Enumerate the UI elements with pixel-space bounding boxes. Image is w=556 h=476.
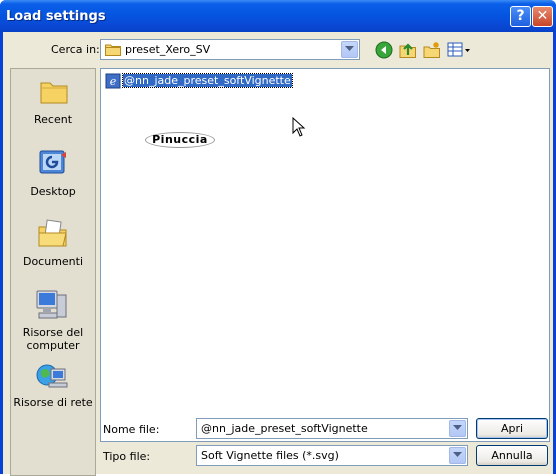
dialog-window: Load settings ? ✕ Cerca in: preset_Xero_… (0, 0, 556, 476)
file-name[interactable]: @nn_jade_preset_softVignette (122, 73, 293, 88)
open-button[interactable]: Apri (476, 418, 548, 439)
folder-icon (105, 43, 121, 59)
look-in-value: preset_Xero_SV (125, 43, 211, 56)
recent-folder-icon (39, 77, 69, 108)
filetype-label: Tipo file: (103, 450, 151, 463)
chevron-down-icon[interactable] (341, 41, 358, 58)
look-in-label: Cerca in: (51, 43, 100, 56)
filename-combo[interactable]: @nn_jade_preset_softVignette (196, 418, 468, 439)
network-icon (35, 361, 69, 394)
watermark-stamp: Pinuccia (145, 132, 215, 148)
filename-label: Nome file: (103, 423, 160, 436)
filetype-combo[interactable]: Soft Vignette files (*.svg) (196, 445, 468, 466)
place-network-label: Risorse di rete (13, 396, 93, 409)
chevron-down-icon[interactable] (449, 420, 466, 437)
place-recent-label: Recent (33, 113, 73, 126)
place-documents-label: Documenti (22, 255, 84, 268)
cancel-button[interactable]: Annulla (476, 445, 548, 466)
chevron-down-icon[interactable] (449, 447, 466, 464)
place-computer[interactable]: Risorse del computer (11, 289, 95, 353)
documents-folder-icon (37, 219, 69, 252)
file-list[interactable]: e @nn_jade_preset_softVignette Pinuccia (100, 68, 550, 442)
help-button[interactable]: ? (510, 6, 531, 27)
view-menu-icon[interactable] (447, 41, 471, 59)
look-in-combo[interactable]: preset_Xero_SV (100, 39, 360, 60)
place-desktop[interactable]: Desktop (11, 149, 95, 205)
new-folder-icon[interactable] (423, 41, 441, 59)
desktop-icon (37, 149, 69, 182)
dialog-body: Cerca in: preset_Xero_SV Recent Desktop … (3, 32, 553, 476)
computer-icon (35, 289, 69, 324)
place-desktop-label: Desktop (30, 185, 76, 198)
filename-value[interactable]: @nn_jade_preset_softVignette (201, 422, 368, 435)
place-network[interactable]: Risorse di rete (11, 361, 95, 411)
filetype-value: Soft Vignette files (*.svg) (201, 449, 339, 462)
svg-file-icon: e (105, 73, 121, 92)
back-icon[interactable] (375, 41, 393, 59)
places-bar: Recent Desktop Documenti Risorse del com… (10, 68, 96, 476)
place-computer-label: Risorse del computer (22, 326, 84, 352)
mouse-cursor-icon (292, 116, 306, 140)
title-bar[interactable]: Load settings ? ✕ (0, 0, 556, 32)
svg-text:e: e (110, 75, 117, 88)
place-recent[interactable]: Recent (11, 77, 95, 133)
dialog-title: Load settings (6, 9, 106, 24)
up-folder-icon[interactable] (399, 41, 417, 59)
place-documents[interactable]: Documenti (11, 219, 95, 275)
close-button[interactable]: ✕ (532, 6, 553, 27)
